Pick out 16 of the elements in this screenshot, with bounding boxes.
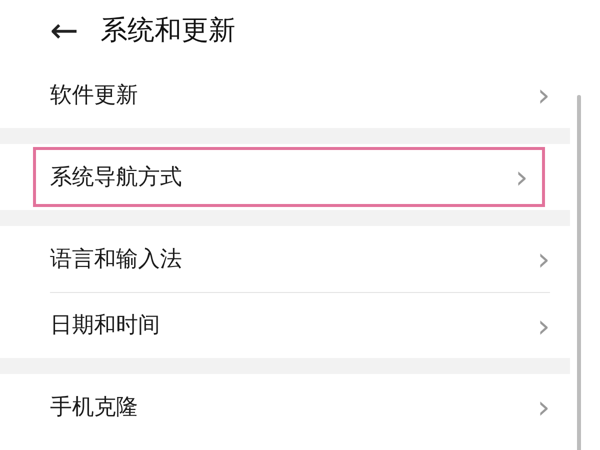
back-button[interactable]: ← <box>50 14 78 48</box>
chevron-icon: › <box>537 391 550 423</box>
settings-row[interactable]: 系统导航方式 › <box>30 144 548 210</box>
row-label: 手机克隆 <box>50 394 138 422</box>
settings-row[interactable]: 软件更新 › <box>0 62 570 128</box>
chevron-icon: › <box>537 243 550 275</box>
row-label: 软件更新 <box>50 82 138 110</box>
row-label: 系统导航方式 <box>50 164 182 192</box>
chevron-icon: › <box>537 310 550 342</box>
row-label: 语言和输入法 <box>50 246 182 274</box>
page-title: 系统和更新 <box>100 14 236 48</box>
chevron-icon: › <box>515 161 528 193</box>
row-label: 日期和时间 <box>50 312 160 340</box>
settings-row[interactable]: 手机克隆 › <box>0 374 570 440</box>
settings-row[interactable]: 语言和输入法 › <box>0 226 570 292</box>
chevron-icon: › <box>537 79 550 111</box>
